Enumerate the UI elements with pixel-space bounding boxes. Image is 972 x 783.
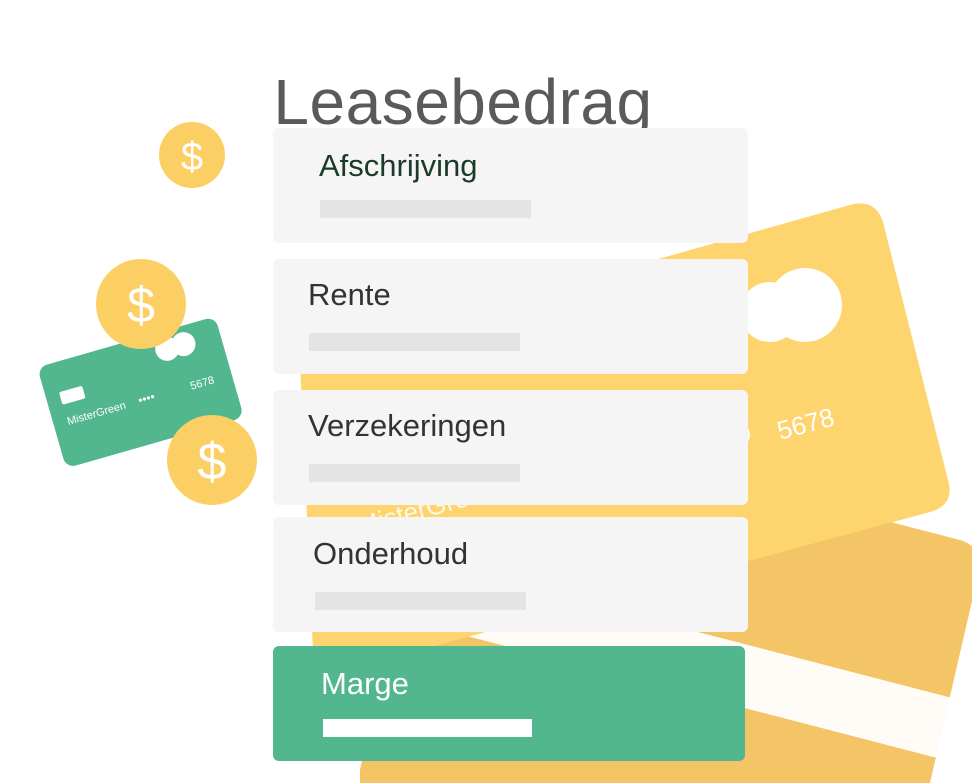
item-afschrijving: Afschrijving [273,128,748,243]
coin-bottom: $ [167,415,257,505]
item-rente: Rente [273,259,748,374]
item-verzekeringen: Verzekeringen [273,390,748,505]
coin-middle: $ [96,259,186,349]
dollar-icon: $ [127,277,155,333]
item-value-placeholder [320,200,531,218]
item-marge: Marge [273,646,745,761]
item-value-placeholder [315,592,526,610]
dollar-icon: $ [181,135,203,179]
item-label: Verzekeringen [308,408,507,443]
item-value-placeholder [309,464,520,482]
item-label: Onderhoud [313,536,469,571]
item-value-placeholder [323,719,532,737]
item-label: Rente [308,277,391,312]
item-onderhoud: Onderhoud [273,517,748,632]
item-value-placeholder [309,333,520,351]
item-label: Afschrijving [319,148,478,183]
dollar-icon: $ [198,433,227,491]
item-label: Marge [321,666,409,701]
